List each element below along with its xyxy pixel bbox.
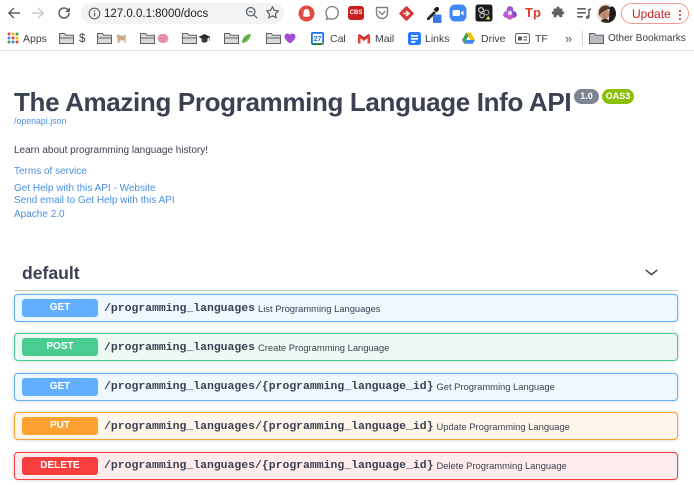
svg-text:27: 27: [314, 36, 322, 43]
